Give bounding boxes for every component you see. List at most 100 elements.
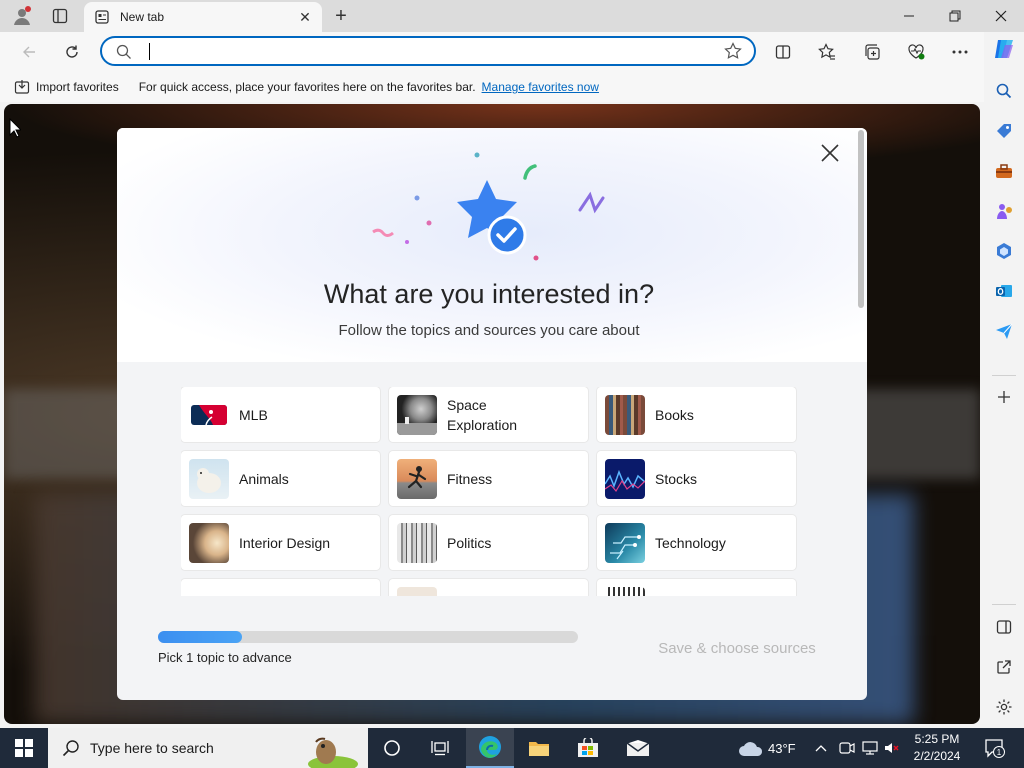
- topic-partial[interactable]: [597, 579, 796, 596]
- tools-icon[interactable]: [990, 157, 1018, 185]
- add-favorite-icon[interactable]: [724, 42, 742, 63]
- topic-thumb: [189, 586, 229, 596]
- mouse-cursor-icon: [9, 118, 21, 138]
- favorites-icon[interactable]: [812, 38, 842, 66]
- topic-label: Space Exploration: [447, 396, 518, 433]
- topic-books[interactable]: Books: [597, 387, 796, 442]
- microsoft-365-icon[interactable]: [990, 237, 1018, 265]
- back-icon[interactable]: [14, 38, 44, 66]
- topic-animals[interactable]: Animals: [181, 451, 380, 506]
- topic-partial[interactable]: [389, 579, 588, 596]
- close-window-icon[interactable]: [978, 0, 1024, 32]
- progress-label: Pick 1 topic to advance: [158, 650, 292, 665]
- topic-partial[interactable]: [181, 579, 380, 596]
- save-choose-sources-button[interactable]: Save & choose sources: [637, 636, 837, 660]
- mlb-logo-icon: [189, 394, 229, 435]
- moon-surface-thumb: [397, 394, 437, 435]
- interests-dialog: What are you interested in? Follow the t…: [117, 128, 867, 700]
- meet-now-icon[interactable]: [839, 728, 855, 768]
- topic-label: MLB: [239, 406, 268, 423]
- topic-mlb[interactable]: MLB: [181, 387, 380, 442]
- mail-icon[interactable]: [614, 728, 662, 768]
- task-view-icon[interactable]: [368, 728, 416, 768]
- clock-time: 5:25 PM: [914, 732, 960, 746]
- more-options-icon[interactable]: [945, 38, 975, 66]
- minimize-icon[interactable]: [886, 0, 932, 32]
- taskbar-search-icon: [62, 740, 79, 757]
- shopping-tag-icon[interactable]: [990, 117, 1018, 145]
- runner-thumb: [397, 458, 437, 499]
- tab-title: New tab: [120, 10, 165, 24]
- topic-politics[interactable]: Politics: [389, 515, 588, 570]
- windows-taskbar: Type here to search 43°F 5:25 PM 2/2/202…: [0, 728, 1024, 768]
- volume-muted-icon[interactable]: [884, 728, 900, 768]
- address-bar[interactable]: [100, 36, 756, 66]
- topic-thumb: [397, 586, 437, 596]
- favorites-bar: Import favorites For quick access, place…: [0, 72, 984, 102]
- timeline-icon[interactable]: [416, 728, 464, 768]
- refresh-icon[interactable]: [57, 38, 87, 66]
- hide-sidebar-icon[interactable]: [990, 613, 1018, 641]
- weather-widget[interactable]: 43°F: [738, 728, 796, 768]
- navigation-bar: [0, 32, 984, 72]
- topic-interior-design[interactable]: Interior Design: [181, 515, 380, 570]
- add-sidebar-app-icon[interactable]: [990, 383, 1018, 411]
- topic-space-exploration[interactable]: Space Exploration: [389, 387, 588, 442]
- search-icon: [116, 44, 132, 63]
- manage-favorites-link[interactable]: Manage favorites now: [482, 80, 599, 94]
- new-tab-button[interactable]: +: [328, 4, 354, 28]
- clock-date: 2/2/2024: [913, 749, 961, 763]
- topic-label: Books: [655, 406, 694, 423]
- restore-icon[interactable]: [932, 0, 978, 32]
- file-explorer-icon[interactable]: [515, 728, 563, 768]
- import-icon: [14, 80, 30, 94]
- circuit-thumb: [605, 522, 645, 563]
- topic-label: Fitness: [447, 470, 493, 487]
- topic-stocks[interactable]: Stocks: [597, 451, 796, 506]
- import-favorites-button[interactable]: Import favorites: [14, 79, 119, 95]
- columns-thumb: [397, 522, 437, 563]
- weather-temp: 43°F: [768, 740, 796, 756]
- browser-essentials-icon[interactable]: [901, 38, 931, 66]
- dialog-title: What are you interested in?: [323, 279, 655, 309]
- windows-start-icon[interactable]: [0, 728, 48, 768]
- topics-grid: MLB Space Exploration Books Animals Fitn…: [181, 387, 797, 596]
- lamp-thumb: [189, 522, 229, 563]
- open-external-icon[interactable]: [990, 653, 1018, 681]
- collections-icon[interactable]: [857, 38, 887, 66]
- title-bar: New tab ✕ +: [0, 0, 1024, 32]
- topic-fitness[interactable]: Fitness: [389, 451, 588, 506]
- address-input[interactable]: [152, 42, 712, 62]
- tab-new-tab[interactable]: New tab ✕: [84, 2, 322, 32]
- taskbar-search-placeholder: Type here to search: [90, 740, 214, 756]
- close-tab-icon[interactable]: ✕: [294, 6, 316, 28]
- microsoft-store-icon[interactable]: [564, 728, 612, 768]
- edge-sidebar: [984, 32, 1024, 728]
- notification-count: 1: [997, 748, 1002, 757]
- outlook-icon[interactable]: [990, 277, 1018, 305]
- close-dialog-icon[interactable]: [817, 140, 843, 166]
- edge-taskbar-icon[interactable]: [466, 728, 514, 768]
- drop-icon[interactable]: [990, 317, 1018, 345]
- sidebar-search-icon[interactable]: [990, 77, 1018, 105]
- show-hidden-icons[interactable]: [815, 728, 827, 768]
- profile-icon[interactable]: [8, 4, 36, 28]
- topic-technology[interactable]: Technology: [597, 515, 796, 570]
- topic-progress-bar: [158, 631, 578, 643]
- network-icon[interactable]: [862, 728, 878, 768]
- topic-label: Interior Design: [239, 534, 331, 551]
- tab-actions-icon[interactable]: [46, 4, 74, 28]
- system-clock[interactable]: 5:25 PM 2/2/2024: [904, 731, 970, 765]
- progress-fill: [158, 631, 242, 643]
- split-screen-icon[interactable]: [768, 38, 798, 66]
- sidebar-settings-icon[interactable]: [990, 693, 1018, 721]
- topic-thumb: [605, 586, 645, 596]
- games-icon[interactable]: [990, 197, 1018, 225]
- favorites-hint: For quick access, place your favorites h…: [138, 80, 476, 94]
- notification-center-icon[interactable]: 1: [984, 728, 1006, 768]
- star-check-illustration: [372, 152, 605, 261]
- copilot-icon[interactable]: [990, 35, 1018, 63]
- search-highlight-icon: [308, 737, 358, 768]
- dialog-subtitle: Follow the topics and sources you care a…: [338, 322, 640, 339]
- taskbar-search-box[interactable]: Type here to search: [48, 728, 368, 768]
